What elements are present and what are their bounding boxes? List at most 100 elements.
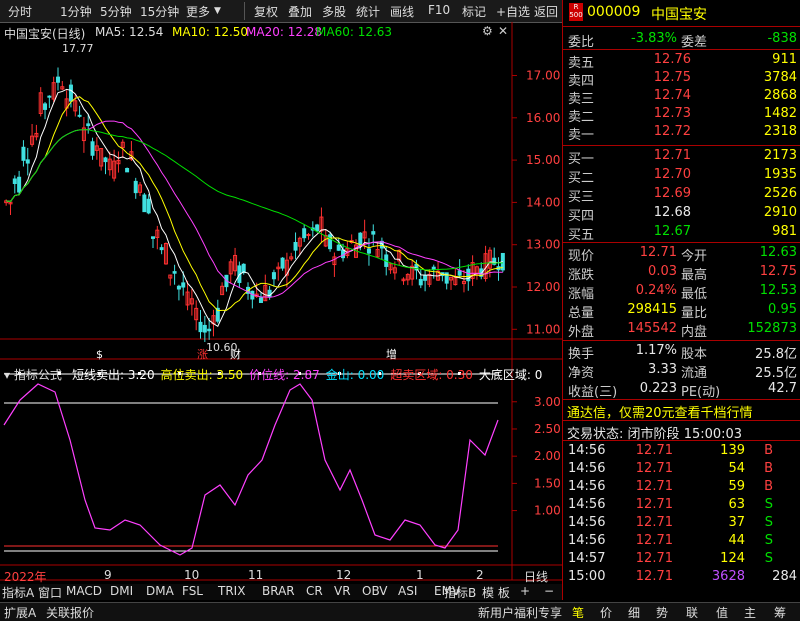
bid-row[interactable]: 买三 12.69 2526 bbox=[563, 184, 800, 205]
tick-price: 12.71 bbox=[635, 497, 673, 512]
tab-main[interactable]: 主 bbox=[744, 604, 756, 621]
tab-chips[interactable]: 筹 bbox=[774, 604, 786, 621]
bid-row[interactable]: 买一 12.71 2173 bbox=[563, 146, 800, 167]
multi-stock-button[interactable]: 多股 bbox=[322, 3, 346, 20]
candle bbox=[21, 146, 26, 161]
tick-volume: 139 bbox=[720, 443, 745, 458]
ask-row[interactable]: 卖二 12.73 1482 bbox=[563, 104, 800, 125]
f10-button[interactable]: F10 bbox=[428, 3, 450, 17]
ask-volume: 911 bbox=[772, 52, 797, 67]
tab-15min[interactable]: 15分钟 bbox=[140, 3, 179, 20]
event-mark[interactable]: 增 bbox=[386, 347, 397, 361]
indicator-tab[interactable]: ASI bbox=[398, 584, 417, 598]
indicator-tab[interactable]: BRAR bbox=[262, 584, 295, 598]
indicator-tab[interactable]: FSL bbox=[182, 584, 203, 598]
candle bbox=[293, 241, 298, 251]
price-tick-label: 14.00 bbox=[526, 195, 560, 209]
settings-icon[interactable]: ⚙ bbox=[482, 24, 493, 38]
indicator-tab[interactable]: OBV bbox=[362, 584, 388, 598]
tab-5min[interactable]: 5分钟 bbox=[100, 3, 132, 20]
candle bbox=[176, 285, 181, 290]
mark-button[interactable]: 标记 bbox=[462, 3, 486, 20]
tab-value[interactable]: 值 bbox=[716, 604, 728, 621]
candle bbox=[151, 236, 156, 239]
period-label[interactable]: 日线 bbox=[524, 568, 548, 585]
tab-1min[interactable]: 1分钟 bbox=[60, 3, 92, 20]
candle bbox=[198, 321, 203, 333]
overlay-button[interactable]: 叠加 bbox=[288, 3, 312, 20]
collapse-icon[interactable]: ▾ bbox=[4, 368, 14, 382]
add-watchlist-button[interactable]: +自选 bbox=[496, 3, 530, 20]
tick-volume: 37 bbox=[728, 515, 745, 530]
indicator-tab-right[interactable]: 指标B bbox=[444, 584, 476, 601]
stat-value: 298415 bbox=[627, 302, 677, 317]
tab-link[interactable]: 联 bbox=[686, 604, 698, 621]
ask-price: 12.73 bbox=[653, 106, 691, 121]
ask-row[interactable]: 卖五 12.76 911 bbox=[563, 50, 800, 71]
indicator-tab[interactable]: VR bbox=[334, 584, 351, 598]
close-icon[interactable]: ✕ bbox=[498, 24, 508, 38]
indicator-value: 金山: 0.00 bbox=[325, 368, 385, 382]
fund-value: 42.7 bbox=[768, 381, 797, 396]
ask-row[interactable]: 卖三 12.74 2868 bbox=[563, 86, 800, 107]
statistics-button[interactable]: 统计 bbox=[356, 3, 380, 20]
bid-row[interactable]: 买五 12.67 981 bbox=[563, 222, 800, 243]
candle bbox=[271, 272, 276, 280]
bid-row[interactable]: 买二 12.70 1935 bbox=[563, 165, 800, 186]
candle bbox=[68, 84, 73, 102]
stat-value: 152873 bbox=[747, 321, 797, 336]
event-mark[interactable]: $ bbox=[96, 348, 103, 361]
draw-line-button[interactable]: 画线 bbox=[390, 3, 414, 20]
indicator-tab[interactable]: MACD bbox=[66, 584, 102, 598]
candle bbox=[172, 271, 177, 274]
indicator-tab[interactable]: DMI bbox=[110, 584, 133, 598]
tab-detail[interactable]: 细 bbox=[628, 604, 640, 621]
candle bbox=[431, 266, 436, 270]
indicator-tab-right[interactable]: 模 板 bbox=[482, 584, 510, 601]
tick-side: S bbox=[764, 533, 773, 548]
price-tick-label: 17.00 bbox=[526, 69, 560, 83]
indicator-tab[interactable]: 窗口 bbox=[38, 584, 62, 601]
tab-price[interactable]: 价 bbox=[600, 604, 612, 621]
indicator-tab[interactable]: 指标A bbox=[2, 584, 34, 601]
tab-intraday[interactable]: 分时 bbox=[8, 3, 32, 20]
price-tick-label: 16.00 bbox=[526, 111, 560, 125]
back-button[interactable]: 返回 bbox=[534, 3, 558, 20]
date-label: 12 bbox=[336, 568, 352, 582]
candle bbox=[315, 224, 320, 232]
price-tick-label: 15.00 bbox=[526, 153, 560, 167]
new-user-benefit[interactable]: 新用户福利专享 bbox=[478, 604, 562, 621]
tick-volume: 54 bbox=[728, 461, 745, 476]
indicator-tab-right[interactable]: + bbox=[520, 584, 530, 598]
tick-time: 14:56 bbox=[568, 461, 606, 476]
tick-row: 14:56 12.71 139 B bbox=[563, 441, 800, 461]
tab-trend[interactable]: 势 bbox=[656, 604, 668, 621]
candle bbox=[423, 275, 428, 281]
indicator-tab[interactable]: CR bbox=[306, 584, 323, 598]
tick-row: 14:56 12.71 63 S bbox=[563, 495, 800, 515]
tab-ticks[interactable]: 笔 bbox=[572, 604, 584, 621]
promo-banner[interactable]: 通达信，仅需20元查看千档行情 bbox=[567, 402, 753, 421]
ask-row[interactable]: 卖一 12.72 2318 bbox=[563, 122, 800, 143]
more-chevron-icon: ▼ bbox=[214, 6, 221, 16]
fund-row: 收益(三) 0.223 PE(动) 42.7 bbox=[563, 379, 800, 400]
tab-more[interactable]: 更多 bbox=[186, 3, 210, 20]
kline-chart[interactable]: 17.0016.0015.0014.0013.0012.0011.003.002… bbox=[0, 22, 562, 597]
indicator-tab-right[interactable]: − bbox=[544, 584, 554, 598]
fund-value: 0.223 bbox=[639, 381, 677, 396]
indicator-formula-label[interactable]: ▾ 指标公式 bbox=[4, 366, 62, 383]
tab-related-quote[interactable]: 关联报价 bbox=[46, 604, 94, 621]
stat-value: 12.75 bbox=[759, 264, 797, 279]
tick-volume: 59 bbox=[728, 479, 745, 494]
ask-row[interactable]: 卖四 12.75 3784 bbox=[563, 68, 800, 89]
indicator-tab[interactable]: TRIX bbox=[218, 584, 245, 598]
indicator-tab[interactable]: DMA bbox=[146, 584, 174, 598]
bid-price: 12.67 bbox=[653, 224, 691, 239]
stat-value: 12.71 bbox=[639, 245, 677, 260]
indicator-value: 短线卖出: 3.20 bbox=[72, 368, 155, 382]
tick-side: B bbox=[764, 461, 773, 476]
tab-expand-a[interactable]: 扩展A bbox=[4, 604, 36, 621]
stat-row: 总量 298415 量比 0.95 bbox=[563, 300, 800, 321]
fuquan-button[interactable]: 复权 bbox=[254, 3, 278, 20]
bid-row[interactable]: 买四 12.68 2910 bbox=[563, 203, 800, 224]
